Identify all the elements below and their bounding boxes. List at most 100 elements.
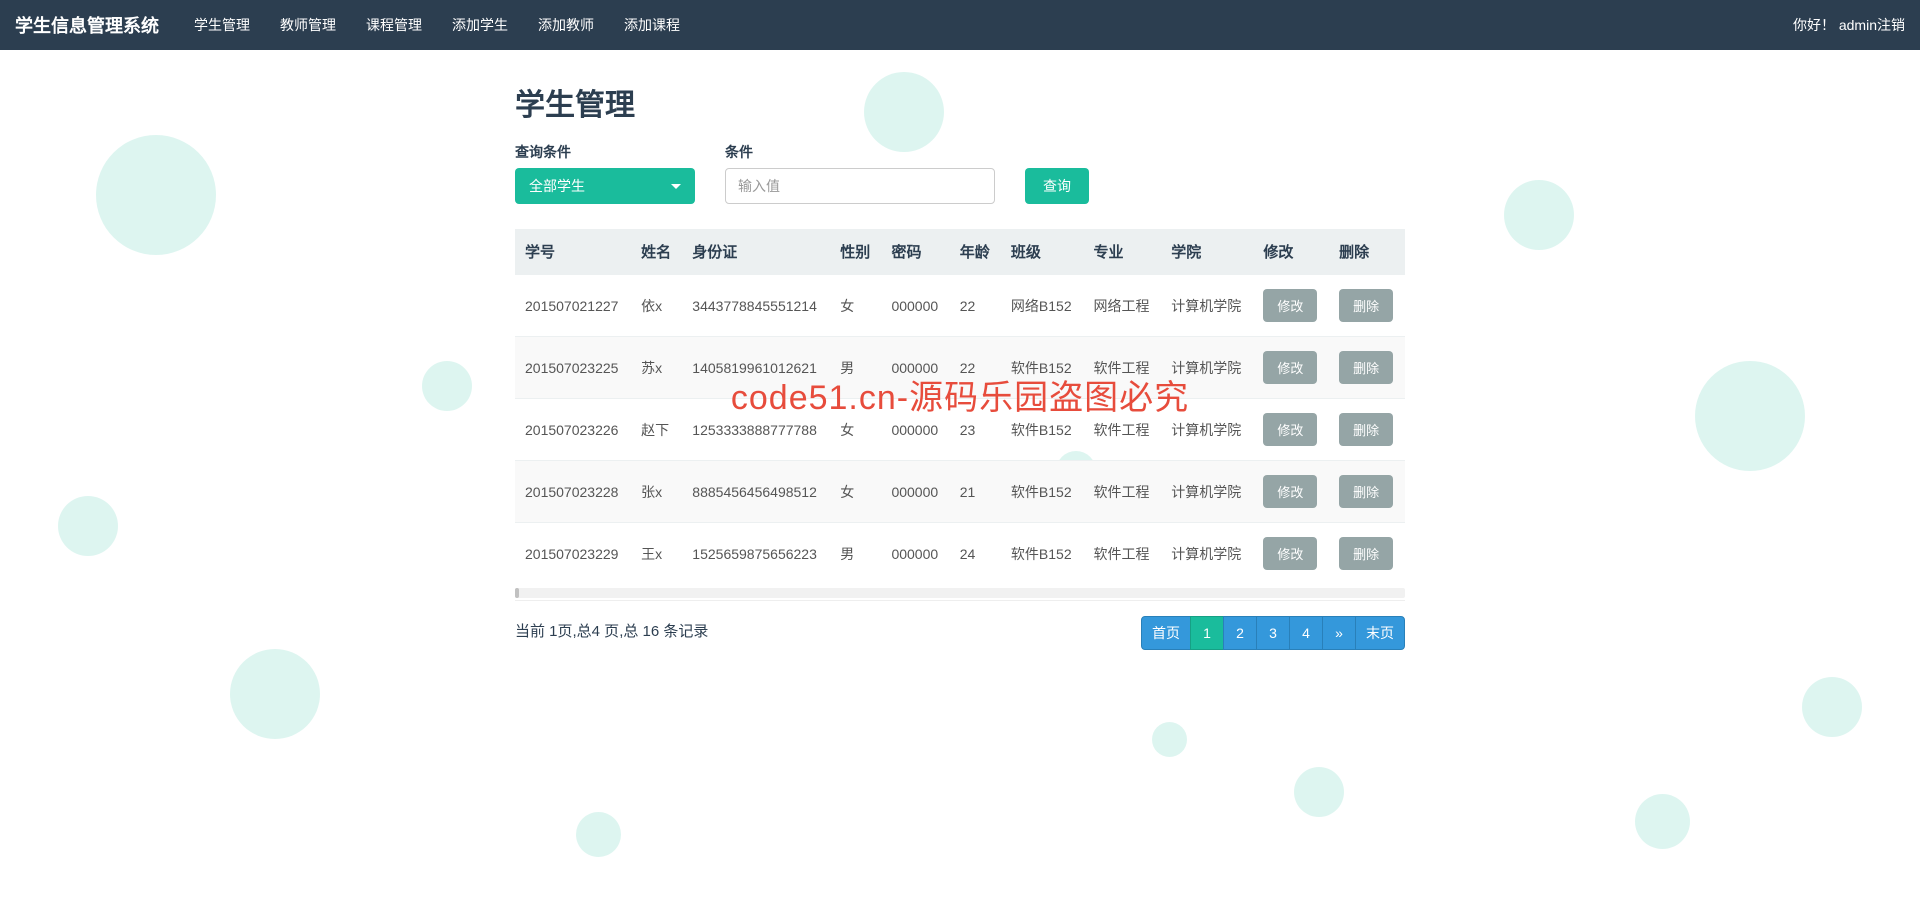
table-cell: 22 (950, 337, 1001, 399)
table-cell: 000000 (881, 337, 949, 399)
delete-button[interactable]: 删除 (1339, 413, 1393, 446)
condition-select-value: 全部学生 (529, 176, 585, 196)
logout-link[interactable]: 注销 (1877, 17, 1905, 33)
table-cell: 张x (631, 461, 682, 523)
nav-item-add-student[interactable]: 添加学生 (437, 0, 523, 50)
table-cell: 22 (950, 275, 1001, 337)
table-cell: 计算机学院 (1161, 461, 1253, 523)
app-brand[interactable]: 学生信息管理系统 (15, 12, 159, 38)
table-cell: 000000 (881, 275, 949, 337)
query-button[interactable]: 查询 (1025, 168, 1089, 204)
page-4[interactable]: 4 (1289, 616, 1323, 650)
edit-button[interactable]: 修改 (1263, 289, 1317, 322)
table-cell: 软件B152 (1001, 399, 1084, 461)
query-condition-label: 查询条件 (515, 142, 695, 162)
table-cell: 000000 (881, 461, 949, 523)
nav-menu: 学生管理 教师管理 课程管理 添加学生 添加教师 添加课程 (179, 0, 1793, 50)
top-navbar: 学生信息管理系统 学生管理 教师管理 课程管理 添加学生 添加教师 添加课程 你… (0, 0, 1920, 50)
delete-button[interactable]: 删除 (1339, 289, 1393, 322)
table-cell: 计算机学院 (1161, 523, 1253, 585)
query-submit-group: . 查询 (1025, 146, 1089, 204)
delete-button[interactable]: 删除 (1339, 537, 1393, 570)
page-next[interactable]: » (1322, 616, 1356, 650)
main-container: 学生管理 查询条件 全部学生 条件 . 查询 学号 姓名 身份证 性别 (500, 50, 1420, 690)
table-cell: 男 (830, 337, 881, 399)
pagination: 首页1234»末页 (1142, 616, 1405, 650)
th-major: 专业 (1084, 229, 1162, 275)
table-cell: 计算机学院 (1161, 337, 1253, 399)
table-cell: 男 (830, 523, 881, 585)
nav-item-teacher-manage[interactable]: 教师管理 (265, 0, 351, 50)
nav-item-course-manage[interactable]: 课程管理 (351, 0, 437, 50)
table-cell: 3443778845551214 (682, 275, 830, 337)
page-3[interactable]: 3 (1256, 616, 1290, 650)
username-text: admin (1839, 17, 1877, 33)
table-cell: 软件工程 (1084, 523, 1162, 585)
th-gender: 性别 (830, 229, 881, 275)
th-idcard: 身份证 (682, 229, 830, 275)
th-age: 年龄 (950, 229, 1001, 275)
table-cell: 1405819961012621 (682, 337, 830, 399)
table-cell: 王x (631, 523, 682, 585)
th-class: 班级 (1001, 229, 1084, 275)
page-2[interactable]: 2 (1223, 616, 1257, 650)
edit-button[interactable]: 修改 (1263, 351, 1317, 384)
table-cell: 201507023226 (515, 399, 631, 461)
horizontal-scrollbar[interactable] (515, 588, 1405, 598)
table-cell: 1525659875656223 (682, 523, 830, 585)
table-cell: 软件B152 (1001, 461, 1084, 523)
query-value-input[interactable] (725, 168, 995, 204)
table-row: 201507021227依x3443778845551214女00000022网… (515, 275, 1405, 337)
table-cell: 苏x (631, 337, 682, 399)
query-value-group: 条件 (725, 142, 995, 204)
table-cell: 201507021227 (515, 275, 631, 337)
table-row: 201507023225苏x1405819961012621男00000022软… (515, 337, 1405, 399)
table-cell: 000000 (881, 399, 949, 461)
th-pwd: 密码 (881, 229, 949, 275)
table-cell: 软件B152 (1001, 523, 1084, 585)
page-last[interactable]: 末页 (1355, 616, 1405, 650)
th-college: 学院 (1161, 229, 1253, 275)
table-cell: 201507023228 (515, 461, 631, 523)
nav-item-add-teacher[interactable]: 添加教师 (523, 0, 609, 50)
edit-button[interactable]: 修改 (1263, 413, 1317, 446)
table-cell: 赵下 (631, 399, 682, 461)
delete-button[interactable]: 删除 (1339, 475, 1393, 508)
page-title: 学生管理 (515, 80, 1405, 124)
table-cell: 软件工程 (1084, 461, 1162, 523)
nav-item-add-course[interactable]: 添加课程 (609, 0, 695, 50)
table-row: 201507023228张x8885456456498512女00000021软… (515, 461, 1405, 523)
page-1[interactable]: 1 (1190, 616, 1224, 650)
condition-select[interactable]: 全部学生 (515, 168, 695, 204)
table-cell: 软件工程 (1084, 399, 1162, 461)
table-cell: 软件工程 (1084, 337, 1162, 399)
query-value-label: 条件 (725, 142, 995, 162)
th-delete: 删除 (1329, 229, 1405, 275)
table-cell: 8885456456498512 (682, 461, 830, 523)
table-cell: 21 (950, 461, 1001, 523)
navbar-user-area: 你好！ admin注销 (1793, 15, 1905, 35)
th-id: 学号 (515, 229, 631, 275)
query-condition-group: 查询条件 全部学生 (515, 142, 695, 204)
edit-button[interactable]: 修改 (1263, 475, 1317, 508)
table-cell: 依x (631, 275, 682, 337)
page-first[interactable]: 首页 (1141, 616, 1191, 650)
delete-button[interactable]: 删除 (1339, 351, 1393, 384)
table-cell: 201507023225 (515, 337, 631, 399)
pagination-row: 当前 1页,总4 页,总 16 条记录 首页1234»末页 (515, 616, 1405, 650)
pagination-info: 当前 1页,总4 页,总 16 条记录 (515, 616, 708, 641)
table-row: 201507023226赵下1253333888777788女00000023软… (515, 399, 1405, 461)
nav-item-student-manage[interactable]: 学生管理 (179, 0, 265, 50)
table-cell: 女 (830, 461, 881, 523)
table-cell: 23 (950, 399, 1001, 461)
table-cell: 1253333888777788 (682, 399, 830, 461)
greeting-text: 你好！ (1793, 17, 1835, 33)
table-cell: 24 (950, 523, 1001, 585)
table-cell: 软件B152 (1001, 337, 1084, 399)
table-cell: 计算机学院 (1161, 275, 1253, 337)
edit-button[interactable]: 修改 (1263, 537, 1317, 570)
table-wrap: 学号 姓名 身份证 性别 密码 年龄 班级 专业 学院 修改 删除 201507… (515, 229, 1405, 601)
th-edit: 修改 (1253, 229, 1329, 275)
th-name: 姓名 (631, 229, 682, 275)
table-cell: 女 (830, 275, 881, 337)
